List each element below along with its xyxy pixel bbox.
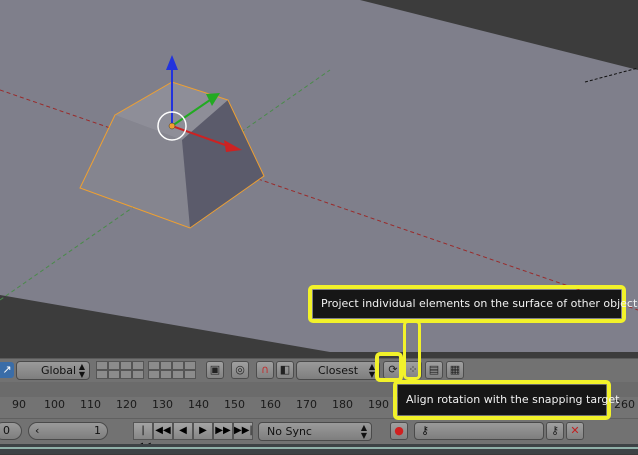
key-insert-icon: ⚷	[550, 424, 560, 437]
layer-button[interactable]	[148, 361, 160, 370]
layer-button[interactable]	[108, 361, 120, 370]
frame-tick: 90	[12, 398, 26, 411]
sync-mode-label: No Sync	[267, 425, 312, 438]
opengl-render-animation-button[interactable]: ▦	[446, 361, 464, 379]
frame-tick: 130	[152, 398, 173, 411]
magnet-icon: ∩	[260, 363, 270, 376]
frame-tick: 190	[368, 398, 389, 411]
render-circle-icon: ◎	[235, 363, 245, 376]
project-button-highlight	[403, 320, 421, 380]
layer-button[interactable]	[172, 361, 184, 370]
bottom-accent-line	[0, 447, 638, 449]
play-reverse-button[interactable]: ◀	[173, 422, 193, 440]
delete-keyframe-button[interactable]: ✕	[566, 422, 584, 440]
align-tooltip-text: Align rotation with the snapping target	[406, 393, 620, 406]
key-delete-icon: ✕	[570, 424, 580, 437]
keying-set-field[interactable]: ⚷	[414, 422, 544, 440]
layer-button[interactable]	[108, 370, 120, 379]
snap-toggle-button[interactable]: ∩	[256, 361, 274, 379]
render-preview-button[interactable]: ◎	[231, 361, 249, 379]
view3d-header: ↗ Global ▲ ▼ ▣ ◎ ∩ ◧ Closest ▲ ▼ ⟳ ⁘ ▤ ▦	[0, 358, 638, 382]
align-button-highlight	[375, 352, 403, 382]
start-frame-value: 0	[3, 424, 10, 437]
frame-tick: 100	[44, 398, 65, 411]
orientation-label: Global	[41, 364, 77, 377]
rewind-icon: ◀◀	[155, 425, 171, 436]
layer-button[interactable]	[160, 370, 172, 379]
lock-layers-button[interactable]: ▣	[206, 361, 224, 379]
snap-target-label: Closest	[318, 364, 359, 377]
bottom-strip	[0, 444, 638, 454]
frame-tick: 180	[332, 398, 353, 411]
layer-button[interactable]	[132, 370, 144, 379]
jump-end-icon: ▶▶|	[234, 425, 253, 436]
layer-button[interactable]	[120, 370, 132, 379]
clapperboard-icon: ▦	[449, 363, 461, 376]
transform-orientation-dropdown[interactable]: Global ▲ ▼	[16, 361, 90, 380]
cube-icon: ◧	[279, 363, 291, 376]
jump-end-button[interactable]: ▶▶|	[233, 422, 253, 440]
frame-tick: 150	[224, 398, 245, 411]
auto-keying-button[interactable]: ●	[390, 422, 408, 440]
sync-mode-dropdown[interactable]: No Sync ▲ ▼	[258, 422, 372, 441]
frame-tick: 140	[188, 398, 209, 411]
current-frame-value: 1	[94, 424, 101, 437]
transport-controls: |◀◀ ◀◀ ◀ ▶ ▶▶ ▶▶|	[133, 422, 253, 452]
insert-keyframe-button[interactable]: ⚷	[546, 422, 564, 440]
frame-tick: 110	[80, 398, 101, 411]
snap-element-button[interactable]: ◧	[276, 361, 294, 379]
frame-tick: 120	[116, 398, 137, 411]
layer-button[interactable]	[96, 361, 108, 370]
play-reverse-icon: ◀	[179, 425, 187, 436]
play-icon: ▶	[199, 425, 207, 436]
play-button[interactable]: ▶	[193, 422, 213, 440]
layer-button[interactable]	[172, 370, 184, 379]
camera-icon: ▤	[428, 363, 440, 376]
frame-tick: 170	[296, 398, 317, 411]
layer-button[interactable]	[96, 370, 108, 379]
fast-forward-icon: ▶▶	[215, 425, 231, 436]
layer-button[interactable]	[148, 370, 160, 379]
record-icon: ●	[394, 424, 404, 437]
layer-button[interactable]	[184, 361, 196, 370]
layers-lock-icon: ▣	[209, 363, 221, 376]
snap-target-dropdown[interactable]: Closest ▲ ▼	[296, 361, 380, 380]
layer-button[interactable]	[184, 370, 196, 379]
updown-arrows-icon: ▲ ▼	[78, 362, 85, 379]
layer-button[interactable]	[160, 361, 172, 370]
layer-buttons-group-2	[148, 361, 196, 380]
frame-tick: 160	[260, 398, 281, 411]
manipulator-icon[interactable]: ↗	[0, 362, 14, 378]
start-frame-field[interactable]: 0	[0, 422, 22, 440]
layer-button[interactable]	[132, 361, 144, 370]
playback-bar: 0 ‹ 1 |◀◀ ◀◀ ◀ ▶ ▶▶ ▶▶| No Sync ▲▼ ● ⚷ ⚷…	[0, 418, 638, 452]
project-tooltip-text: Project individual elements on the surfa…	[321, 297, 638, 310]
left-arrow-icon: ‹	[35, 424, 40, 437]
key-icon: ⚷	[421, 424, 430, 437]
layer-buttons-group-1	[96, 361, 144, 380]
jump-keyframe-forward-button[interactable]: ▶▶	[213, 422, 233, 440]
jump-keyframe-back-button[interactable]: ◀◀	[153, 422, 173, 440]
opengl-render-image-button[interactable]: ▤	[425, 361, 443, 379]
updown-arrows-icon: ▲ ▼	[360, 423, 367, 440]
jump-start-button[interactable]: |◀◀	[133, 422, 153, 452]
layer-button[interactable]	[120, 361, 132, 370]
project-elements-tooltip: Project individual elements on the surfa…	[313, 290, 638, 318]
current-frame-field[interactable]: ‹ 1	[28, 422, 108, 440]
align-rotation-tooltip: Align rotation with the snapping target	[398, 385, 619, 415]
